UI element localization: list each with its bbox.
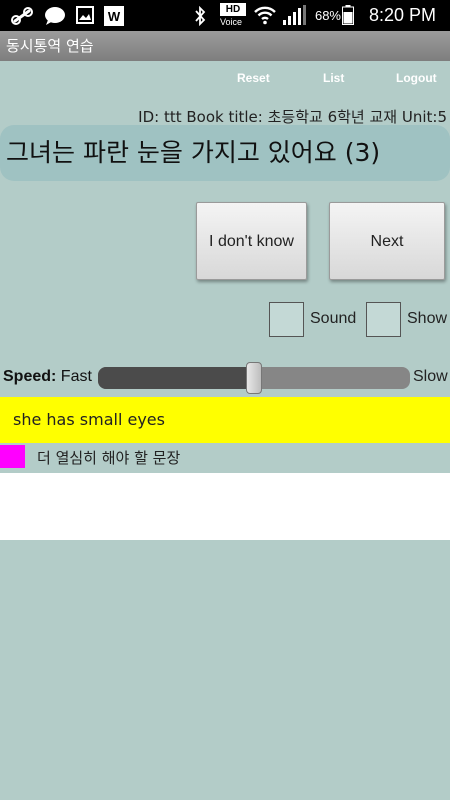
sound-checkbox[interactable] bbox=[269, 302, 304, 337]
reset-link[interactable]: Reset bbox=[237, 71, 270, 85]
list-link[interactable]: List bbox=[323, 71, 344, 85]
flag-label: 더 열심히 해야 할 문장 bbox=[37, 449, 181, 467]
show-checkbox[interactable] bbox=[366, 302, 401, 337]
next-button[interactable]: Next bbox=[329, 202, 445, 280]
speed-label-group: Speed: Fast bbox=[3, 368, 92, 386]
chat-bubble-icon bbox=[44, 6, 66, 30]
flag-legend: 더 열심히 해야 할 문장 bbox=[0, 445, 450, 470]
flag-color-swatch bbox=[0, 445, 25, 468]
fast-label: Fast bbox=[60, 368, 92, 385]
link-icon bbox=[10, 6, 34, 30]
battery-percent: 68% bbox=[314, 8, 341, 23]
image-icon bbox=[76, 6, 94, 28]
speed-slider-thumb[interactable] bbox=[246, 362, 262, 394]
app-title-bar: 동시통역 연습 bbox=[0, 31, 450, 61]
clock: 8:20 PM bbox=[368, 5, 436, 25]
session-info: ID: ttt Book title: 초등학교 6학년 교재 Unit:5 bbox=[138, 108, 447, 126]
signal-icon bbox=[282, 5, 306, 29]
svg-text:W: W bbox=[108, 9, 121, 24]
voice-label: Voice bbox=[220, 17, 243, 27]
speed-slider-fill bbox=[98, 367, 254, 389]
battery-icon bbox=[342, 5, 354, 29]
slow-label: Slow bbox=[413, 368, 448, 385]
output-area bbox=[0, 473, 450, 540]
sound-label: Sound bbox=[310, 310, 357, 327]
bluetooth-icon bbox=[193, 5, 207, 30]
hd-badge: HD bbox=[220, 3, 246, 16]
w-app-icon: W bbox=[104, 6, 124, 30]
wifi-icon bbox=[253, 4, 277, 30]
answer-text: she has small eyes bbox=[0, 397, 450, 443]
dont-know-button[interactable]: I don't know bbox=[196, 202, 307, 280]
speed-label: Speed: bbox=[3, 368, 57, 385]
source-sentence: 그녀는 파란 눈을 가지고 있어요 (3) bbox=[0, 125, 450, 181]
logout-link[interactable]: Logout bbox=[396, 71, 437, 85]
app-title: 동시통역 연습 bbox=[6, 37, 94, 55]
status-bar: W HD Voice 68% 8:20 PM bbox=[0, 0, 450, 31]
show-label: Show bbox=[407, 310, 448, 327]
